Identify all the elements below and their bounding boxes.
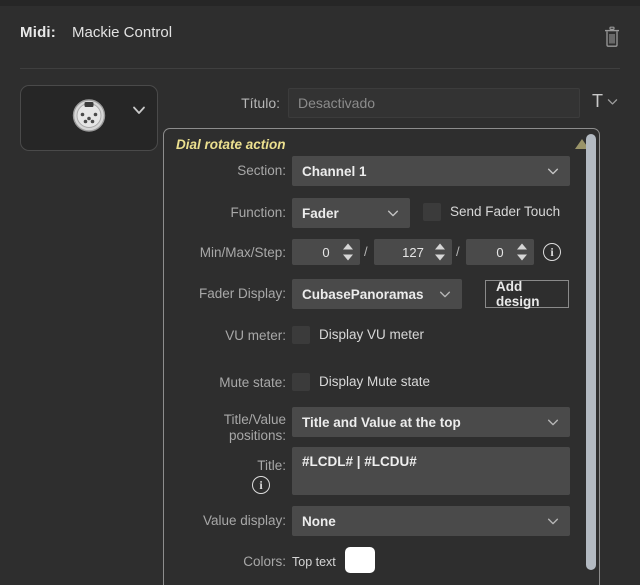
max-input[interactable]: 127 <box>374 239 452 265</box>
display-mute-state-label: Display Mute state <box>319 374 431 389</box>
header-divider <box>20 68 620 69</box>
fader-display-label: Fader Display: <box>198 286 286 301</box>
send-fader-touch-checkbox[interactable] <box>423 203 441 221</box>
min-input[interactable]: 0 <box>292 239 360 265</box>
send-fader-touch-label: Send Fader Touch <box>450 204 561 219</box>
dial-rotate-action-panel: Dial rotate action Section: Channel 1 Fu… <box>163 128 600 585</box>
app-window: Midi: Mackie Control Título: Desactivado… <box>0 0 640 585</box>
section-label: Section: <box>237 163 286 178</box>
mute-state-label: Mute state: <box>219 375 286 390</box>
step-stepper-up-icon[interactable] <box>516 243 527 250</box>
add-design-button[interactable]: Add design <box>485 279 569 309</box>
value-display-value: None <box>302 513 336 529</box>
min-stepper-down-icon[interactable] <box>342 254 353 261</box>
device-chevron-down-icon[interactable] <box>131 102 147 118</box>
minmaxstep-label: Min/Max/Step: <box>199 245 286 260</box>
max-stepper[interactable] <box>434 243 445 261</box>
colors-label: Colors: <box>243 554 286 569</box>
delete-button[interactable] <box>598 22 626 52</box>
minmax-separator-2: / <box>456 244 460 259</box>
value-display-chevron-down-icon <box>547 518 559 525</box>
fader-display-select[interactable]: CubasePanoramas <box>292 279 462 309</box>
function-select[interactable]: Fader <box>292 198 410 228</box>
title-value-positions-label-line1: Title/Value <box>223 412 286 427</box>
section-select-value: Channel 1 <box>302 163 367 179</box>
title-value-positions-value: Title and Value at the top <box>302 414 461 430</box>
top-text-label: Top text <box>292 555 336 569</box>
panel-title: Dial rotate action <box>176 137 286 152</box>
max-value: 127 <box>402 244 424 260</box>
midi-device-name: Mackie Control <box>72 24 173 41</box>
vu-meter-label: VU meter: <box>225 328 286 343</box>
top-text-color-swatch[interactable] <box>345 547 375 573</box>
min-stepper-up-icon[interactable] <box>342 243 353 250</box>
midi-din-connector-icon <box>68 95 110 142</box>
titulo-input[interactable]: Desactivado <box>288 88 580 118</box>
max-stepper-down-icon[interactable] <box>434 254 445 261</box>
panel-scrollbar-track[interactable] <box>585 131 597 584</box>
minmax-separator-1: / <box>364 244 368 259</box>
panel-scrollbar-thumb[interactable] <box>586 134 596 570</box>
section-select[interactable]: Channel 1 <box>292 156 570 186</box>
display-vu-meter-checkbox[interactable] <box>292 326 310 344</box>
display-mute-state-checkbox[interactable] <box>292 373 310 391</box>
step-stepper[interactable] <box>516 243 527 261</box>
title-value-positions-chevron-down-icon <box>547 419 559 426</box>
fader-display-chevron-down-icon <box>439 291 451 298</box>
midi-label: Midi: <box>20 24 56 41</box>
fader-display-value: CubasePanoramas <box>302 286 424 302</box>
trash-icon <box>605 26 619 47</box>
title-field[interactable]: #LCDL# | #LCDU# <box>292 447 570 495</box>
title-value-positions-select[interactable]: Title and Value at the top <box>292 407 570 437</box>
min-stepper[interactable] <box>342 243 353 261</box>
value-display-select[interactable]: None <box>292 506 570 536</box>
title-field-label: Title: <box>257 458 286 473</box>
title-field-value: #LCDL# | #LCDU# <box>302 454 417 469</box>
step-input[interactable]: 0 <box>466 239 534 265</box>
header-bar: Midi: Mackie Control <box>0 6 640 64</box>
midi-device-card[interactable] <box>20 85 158 151</box>
display-vu-meter-label: Display VU meter <box>319 327 425 342</box>
minmaxstep-info-icon[interactable]: i <box>543 243 561 261</box>
step-stepper-down-icon[interactable] <box>516 254 527 261</box>
titulo-label: Título: <box>241 95 280 111</box>
section-chevron-down-icon <box>547 168 559 175</box>
function-label: Function: <box>230 205 286 220</box>
value-display-label: Value display: <box>202 513 286 528</box>
text-format-button[interactable]: T <box>592 92 619 110</box>
title-info-icon[interactable]: i <box>252 476 270 494</box>
max-stepper-up-icon[interactable] <box>434 243 445 250</box>
step-value: 0 <box>496 244 504 260</box>
function-chevron-down-icon <box>387 210 399 217</box>
min-value: 0 <box>322 244 330 260</box>
text-format-icon: T <box>592 91 603 111</box>
text-format-chevron-down-icon <box>607 98 618 105</box>
function-select-value: Fader <box>302 205 339 221</box>
title-value-positions-label-line2: positions: <box>228 428 286 443</box>
